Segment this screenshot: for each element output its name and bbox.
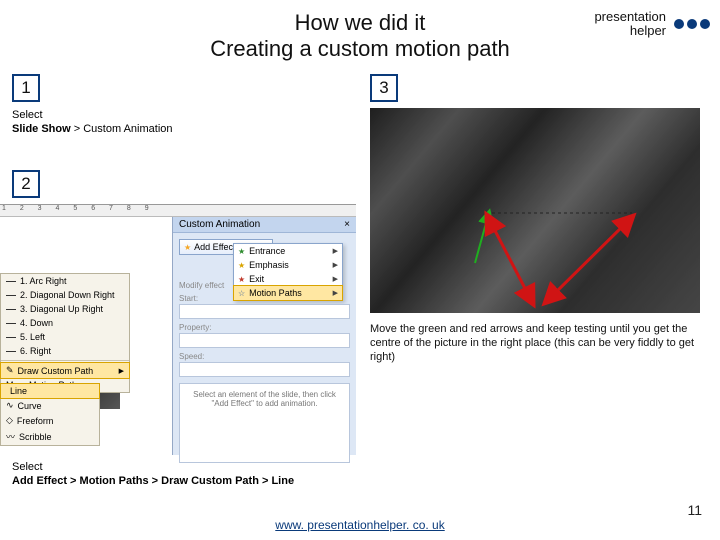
step-1-rest: > Custom Animation: [74, 123, 173, 135]
step-2-bold: Add Effect > Motion Paths > Draw Custom …: [12, 475, 294, 487]
step-2-prefix: Select: [12, 461, 43, 473]
curve-icon: ∿: [6, 400, 14, 411]
pencil-icon: ✎: [6, 365, 14, 376]
footer-url[interactable]: www. presentationhelper. co. uk: [275, 518, 444, 532]
mp-right[interactable]: 6. Right: [1, 344, 129, 358]
speed-label: Speed:: [179, 352, 350, 361]
close-icon[interactable]: ×: [344, 219, 350, 230]
mp-arc-right[interactable]: 1. Arc Right: [1, 274, 129, 288]
start-dropdown[interactable]: [179, 304, 350, 319]
step-1-number: 1: [12, 74, 40, 102]
slide-subtitle: Creating a custom motion path: [0, 36, 720, 62]
step-1-prefix: Select: [12, 109, 43, 121]
animation-list-hint: Select an element of the slide, then cli…: [179, 383, 350, 463]
panel-title: Custom Animation: [179, 219, 260, 230]
star-icon: ★: [184, 243, 191, 252]
motion-paths-submenu: 1. Arc Right 2. Diagonal Down Right 3. D…: [0, 273, 130, 393]
cp-scribble[interactable]: 〰Scribble: [1, 428, 99, 445]
chevron-right-icon: ▶: [333, 247, 338, 255]
step-3-caption: Move the green and red arrows and keep t…: [370, 323, 700, 364]
custom-path-submenu: Line ∿Curve ◇Freeform 〰Scribble: [0, 383, 100, 446]
menu-entrance[interactable]: ★ Entrance ▶: [234, 244, 342, 258]
menu-emphasis[interactable]: ★ Emphasis ▶: [234, 258, 342, 272]
step-2-screenshot: 1 2 3 4 5 6 7 8 9 path Custom Animation …: [0, 204, 356, 454]
page-number: 11: [687, 502, 702, 518]
path-icon: [6, 337, 16, 338]
mp-down[interactable]: 4. Down: [1, 316, 129, 330]
menu-entrance-label: Entrance: [249, 246, 285, 256]
mp-diag-down-right[interactable]: 2. Diagonal Down Right: [1, 288, 129, 302]
path-icon: [6, 351, 16, 352]
freeform-icon: ◇: [6, 415, 13, 426]
mp-diag-up-right[interactable]: 3. Diagonal Up Right: [1, 302, 129, 316]
step-2-number: 2: [12, 170, 40, 198]
step-1-caption: Select Slide Show > Custom Animation: [12, 108, 173, 137]
path-icon: [6, 323, 16, 324]
scribble-icon: 〰: [6, 430, 15, 443]
cp-freeform[interactable]: ◇Freeform: [1, 413, 99, 428]
slide-title: How we did it: [0, 10, 720, 36]
path-icon: [6, 309, 16, 310]
step-1-bold: Slide Show: [12, 123, 71, 135]
entrance-icon: ★: [238, 247, 245, 256]
emphasis-icon: ★: [238, 261, 245, 270]
path-icon: [6, 295, 16, 296]
start-label: Start:: [179, 294, 350, 303]
menu-emphasis-label: Emphasis: [249, 260, 289, 270]
chevron-right-icon: ▶: [333, 261, 338, 269]
step-2-caption: Select Add Effect > Motion Paths > Draw …: [12, 460, 294, 489]
speed-dropdown[interactable]: [179, 362, 350, 377]
chevron-right-icon: ▶: [119, 367, 124, 375]
add-effect-label: Add Effect: [194, 242, 235, 252]
custom-animation-panel: Custom Animation × ★ Add Effect ▼ ★Entra…: [172, 217, 356, 455]
modify-label: Modify effect: [179, 281, 350, 290]
footer-link[interactable]: www. presentationhelper. co. uk: [0, 518, 720, 532]
ruler-icon: 1 2 3 4 5 6 7 8 9: [0, 205, 356, 217]
path-icon: [6, 281, 16, 282]
property-label: Property:: [179, 323, 350, 332]
cp-line[interactable]: Line: [0, 383, 100, 399]
cp-curve[interactable]: ∿Curve: [1, 398, 99, 413]
step-3-number: 3: [370, 74, 398, 102]
step-3-photo: [370, 108, 700, 313]
mp-draw-custom-path[interactable]: ✎Draw Custom Path▶: [0, 362, 130, 379]
property-dropdown[interactable]: [179, 333, 350, 348]
mp-left[interactable]: 5. Left: [1, 330, 129, 344]
